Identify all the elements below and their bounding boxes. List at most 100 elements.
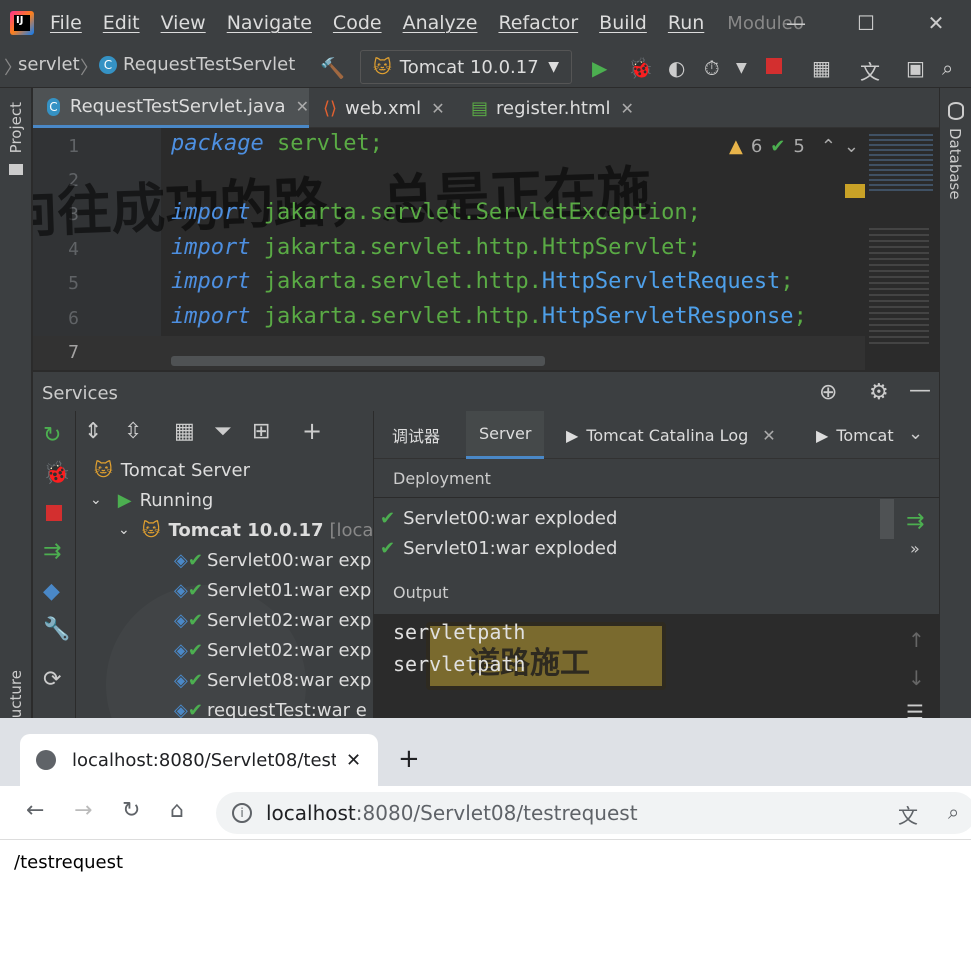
artifact-icon[interactable]: ◆	[43, 579, 60, 604]
tree-item-tomcat-instance[interactable]: ⌄ 🐱 Tomcat 10.0.17 [local]	[118, 515, 373, 545]
maximize-button[interactable]: ☐	[836, 0, 896, 46]
menu-run[interactable]: Run	[668, 12, 704, 34]
refresh-icon[interactable]: ⟳	[43, 667, 61, 692]
output-pane[interactable]: 道路施工 servletpath servletpath ↑ ↓ ☰	[374, 580, 939, 724]
deployment-scrollbar[interactable]	[880, 499, 894, 539]
horizontal-scrollbar[interactable]	[171, 356, 545, 366]
tab-catalina-log[interactable]: ▶ Tomcat Catalina Log ✕	[566, 411, 776, 459]
crosshair-icon[interactable]: ⊕	[819, 380, 837, 405]
code-editor[interactable]: 1 2 3 4 5 6 7 向往成功的路，总是正在施 package servl…	[33, 128, 865, 370]
forward-arrow-icon[interactable]: →	[74, 798, 92, 823]
menu-view[interactable]: View	[161, 12, 206, 34]
new-tab-button[interactable]: +	[398, 744, 420, 774]
intellij-logo-icon: IJ	[10, 11, 34, 35]
deployment-label: Deployment	[393, 469, 491, 488]
filter-icon[interactable]: ⏷	[214, 419, 232, 444]
menu-file[interactable]: File	[50, 12, 82, 34]
database-tool-button[interactable]: Database	[946, 128, 964, 200]
deployment-item[interactable]: ✔ Servlet01:war exploded	[380, 533, 617, 563]
site-info-icon[interactable]: i	[232, 803, 252, 823]
debug-icon[interactable]: 🐞	[43, 461, 70, 486]
tree-label: Servlet08:war exp	[206, 669, 372, 691]
stop-icon[interactable]	[766, 58, 782, 74]
previous-highlight-icon[interactable]: ⌃	[821, 136, 836, 157]
project-structure-icon[interactable]: ▦	[812, 56, 831, 80]
project-tool-button[interactable]: Project	[7, 102, 25, 153]
close-window-button[interactable]: ✕	[906, 0, 966, 46]
tree-item-artifact[interactable]: ◈ ✔ Servlet01:war exp	[174, 575, 371, 605]
breadcrumb-servlet[interactable]: servlet	[18, 54, 80, 75]
menu-edit[interactable]: Edit	[103, 12, 140, 34]
address-bar[interactable]: i localhost:8080/Servlet08/testrequest 文…	[216, 792, 971, 834]
translate-icon[interactable]: 文	[898, 800, 918, 829]
add-service-icon[interactable]: +	[302, 417, 322, 445]
tab-register-html[interactable]: ▤ register.html ✕	[471, 88, 634, 128]
tree-item-artifact[interactable]: ◈ ✔ Servlet02:war exp	[174, 635, 371, 665]
coverage-icon[interactable]: ◐	[668, 56, 685, 80]
reload-icon[interactable]: ↻	[122, 798, 140, 823]
warning-marker[interactable]	[845, 184, 865, 198]
menu-refactor[interactable]: Refactor	[498, 12, 578, 34]
stop-icon[interactable]	[46, 505, 62, 521]
scroll-down-icon[interactable]: ↓	[908, 666, 925, 690]
inspection-widget[interactable]: ▲ 6 ✔ 5 ⌃ ⌄	[729, 136, 859, 157]
profile-icon[interactable]: ⏱	[704, 56, 720, 80]
check-icon: ✔	[380, 537, 396, 559]
gear-icon[interactable]: ⚙	[869, 380, 889, 405]
close-tab-icon[interactable]: ✕	[762, 426, 775, 445]
home-icon[interactable]: ⌂	[170, 798, 184, 823]
tab-web-xml[interactable]: ⟨⟩ web.xml ✕	[323, 88, 445, 128]
deploy-icon[interactable]: ⇉	[43, 539, 61, 564]
wrench-icon[interactable]: 🔧	[43, 617, 70, 642]
deployment-item[interactable]: ✔ Servlet00:war exploded	[380, 503, 617, 533]
tree-item-artifact[interactable]: ◈ ✔ Servlet00:war exp	[174, 545, 371, 575]
tree-item-tomcat-server[interactable]: 🐱 Tomcat Server	[94, 455, 250, 485]
presentation-icon[interactable]: ▣	[906, 56, 925, 80]
tab-tomcat[interactable]: ▶ Tomcat	[816, 411, 898, 459]
close-tab-icon[interactable]: ✕	[346, 750, 361, 771]
next-highlight-icon[interactable]: ⌄	[844, 136, 859, 157]
breadcrumb-class[interactable]: RequestTestServlet	[123, 54, 295, 75]
translate-icon[interactable]: 文	[860, 56, 880, 85]
tab-server[interactable]: Server	[466, 411, 545, 459]
more-actions-icon[interactable]: »	[910, 539, 920, 558]
tree-suffix: [local]	[329, 519, 374, 541]
code-line-6: import jakarta.servlet.http.HttpServletR…	[171, 304, 807, 329]
deploy-icon[interactable]: ⇉	[906, 509, 924, 534]
browser-tab[interactable]: localhost:8080/Servlet08/testr ✕	[20, 734, 378, 786]
rerun-icon[interactable]: ↻	[43, 423, 61, 448]
collapse-all-icon[interactable]: ⇳	[124, 419, 142, 444]
tree-label: Tomcat 10.0.17	[168, 519, 324, 541]
structure-tool-button[interactable]: ucture	[7, 670, 25, 718]
tab-debugger[interactable]: 调试器	[392, 411, 440, 459]
new-tab-icon[interactable]: ⊞	[252, 419, 270, 444]
tree-item-artifact[interactable]: ◈ ✔ Servlet02:war exp	[174, 605, 371, 635]
build-hammer-icon[interactable]: 🔨	[320, 56, 345, 80]
close-tab-icon[interactable]: ✕	[621, 99, 634, 118]
menu-navigate[interactable]: Navigate	[227, 12, 312, 34]
group-by-icon[interactable]: ▦	[174, 419, 195, 444]
tab-requesttestservlet[interactable]: C RequestTestServlet.java ✕	[33, 88, 309, 128]
close-tab-icon[interactable]: ✕	[431, 99, 444, 118]
more-run-chevron-icon[interactable]: ▼	[736, 60, 747, 76]
search-icon[interactable]: ⌕	[942, 56, 953, 80]
run-config-dropdown[interactable]: 🐱 Tomcat 10.0.17 ▼	[360, 50, 572, 84]
menu-code[interactable]: Code	[333, 12, 382, 34]
back-arrow-icon[interactable]: ←	[26, 798, 44, 823]
menu-build[interactable]: Build	[599, 12, 647, 34]
error-stripe-minimap[interactable]	[845, 128, 939, 370]
xml-file-icon: ⟨⟩	[323, 97, 338, 119]
scroll-up-icon[interactable]: ↑	[908, 628, 925, 652]
run-icon[interactable]: ▶	[592, 56, 607, 80]
minimize-button[interactable]: —	[766, 0, 826, 46]
close-tab-icon[interactable]: ✕	[296, 97, 309, 116]
tree-item-running[interactable]: ⌄ ▶ Running	[90, 485, 213, 515]
menu-analyze[interactable]: Analyze	[403, 12, 478, 34]
tree-item-artifact[interactable]: ◈ ✔ Servlet08:war exp	[174, 665, 371, 695]
expand-all-icon[interactable]: ⇕	[84, 419, 102, 444]
chevron-down-icon[interactable]: ⌄	[908, 423, 923, 444]
hide-panel-icon[interactable]: —	[909, 378, 931, 403]
debug-icon[interactable]: 🐞	[628, 56, 653, 80]
zoom-icon[interactable]: ⌕	[948, 800, 959, 824]
tree-item-artifact[interactable]: ◈ ✔ requestTest:war e	[174, 695, 367, 719]
